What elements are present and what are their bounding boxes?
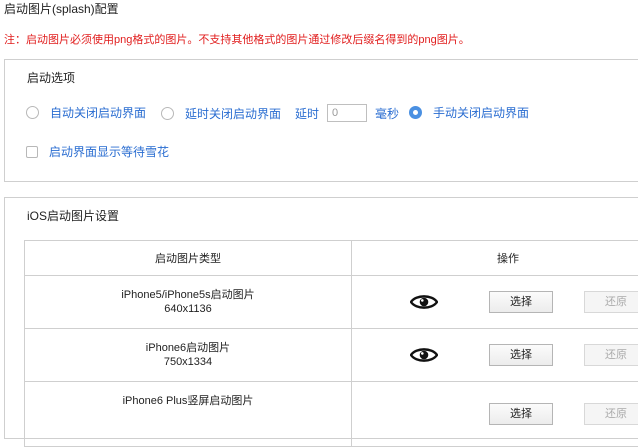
startup-options-panel: 启动选项 自动关闭启动界面 延时关闭启动界面 延时 毫秒 手动关闭启动界面 启动… — [4, 59, 638, 182]
header-image-type: 启动图片类型 — [25, 241, 352, 276]
image-type-cell: iPhone5/iPhone5s启动图片 640x1136 — [25, 276, 352, 329]
ios-splash-panel: iOS启动图片设置 启动图片类型 操作 iPhone5/iPhone5s启动图片… — [4, 197, 638, 439]
image-type-name: iPhone6 Plus竖屏启动图片 — [25, 394, 351, 408]
restore-button[interactable]: 还原 — [584, 403, 638, 425]
splash-image-table: 启动图片类型 操作 iPhone5/iPhone5s启动图片 640x1136 … — [24, 240, 638, 447]
operations-cell: 选择 还原 — [351, 276, 638, 329]
image-type-cell: iPhone6启动图片 750x1334 — [25, 329, 352, 382]
restore-button[interactable]: 还原 — [584, 344, 638, 366]
checkbox-label: 启动界面显示等待雪花 — [49, 143, 169, 160]
table-header-row: 启动图片类型 操作 — [25, 241, 638, 276]
header-operations: 操作 — [351, 241, 638, 276]
delay-label: 延时 — [295, 105, 319, 122]
operations-cell: 选择 还原 — [351, 329, 638, 382]
startup-options-title: 启动选项 — [27, 69, 75, 86]
snow-spinner-option[interactable]: 启动界面显示等待雪花 — [26, 143, 169, 160]
select-button[interactable]: 选择 — [489, 344, 553, 366]
table-row: iPhone6 Plus竖屏启动图片 选择 还原 — [25, 382, 638, 447]
radio-button[interactable] — [26, 106, 39, 119]
radio-manual-close[interactable]: 手动关闭启动界面 — [409, 104, 529, 121]
operations-cell: 选择 还原 — [351, 382, 638, 447]
image-type-size: 750x1334 — [25, 355, 351, 369]
delay-unit: 毫秒 — [375, 105, 399, 122]
image-type-name: iPhone5/iPhone5s启动图片 — [25, 288, 351, 302]
table-row: iPhone6启动图片 750x1334 选择 还原 — [25, 329, 638, 382]
radio-button-selected[interactable] — [409, 106, 422, 119]
page-title: 启动图片(splash)配置 — [4, 0, 119, 17]
eye-icon[interactable] — [410, 293, 438, 311]
select-button[interactable]: 选择 — [489, 291, 553, 313]
snow-spinner-checkbox[interactable] — [26, 146, 38, 158]
radio-delay-close[interactable]: 延时关闭启动界面 延时 毫秒 — [161, 104, 399, 122]
png-notice: 注：启动图片必须使用png格式的图片。不支持其他格式的图片通过修改后缀名得到的p… — [4, 31, 470, 47]
radio-label: 手动关闭启动界面 — [433, 104, 529, 121]
restore-button[interactable]: 还原 — [584, 291, 638, 313]
image-type-cell: iPhone6 Plus竖屏启动图片 — [25, 382, 352, 447]
delay-input[interactable] — [327, 104, 367, 122]
select-button[interactable]: 选择 — [489, 403, 553, 425]
ios-splash-title: iOS启动图片设置 — [27, 207, 119, 224]
radio-auto-close[interactable]: 自动关闭启动界面 — [26, 104, 146, 121]
image-type-size: 640x1136 — [25, 302, 351, 316]
eye-icon[interactable] — [410, 346, 438, 364]
table-row: iPhone5/iPhone5s启动图片 640x1136 选择 还原 — [25, 276, 638, 329]
image-type-name: iPhone6启动图片 — [25, 341, 351, 355]
radio-label: 延时关闭启动界面 — [185, 105, 281, 122]
radio-button[interactable] — [161, 107, 174, 120]
radio-label: 自动关闭启动界面 — [50, 104, 146, 121]
